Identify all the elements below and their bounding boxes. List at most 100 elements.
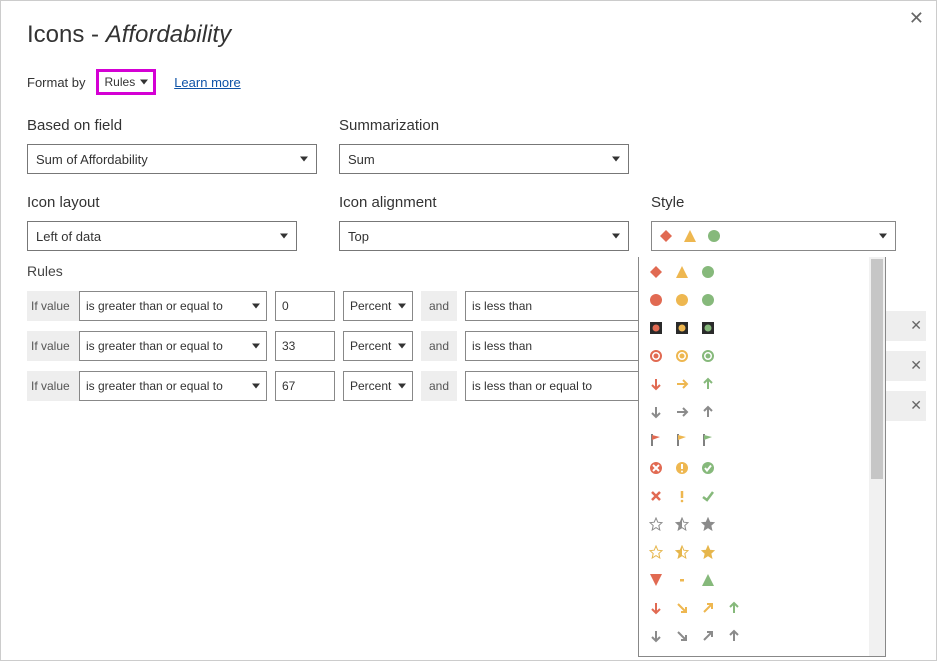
icon-layout-select[interactable]: Left of data	[27, 221, 297, 251]
style-options-popup	[638, 257, 886, 657]
style-option[interactable]	[645, 401, 879, 423]
style-option[interactable]	[645, 317, 879, 339]
style-icon	[675, 489, 689, 503]
style-option[interactable]	[645, 457, 879, 479]
operator-2-select[interactable]: is less than	[465, 331, 653, 361]
style-option[interactable]	[645, 485, 879, 507]
style-icon	[675, 517, 689, 531]
style-icon	[701, 601, 715, 615]
style-icon	[675, 321, 689, 335]
close-icon[interactable]: ✕	[910, 397, 922, 414]
if-value-label: If value	[27, 331, 79, 361]
style-icon	[649, 573, 663, 587]
value-1-input[interactable]: 0	[275, 291, 335, 321]
style-option[interactable]	[645, 541, 879, 563]
style-icon	[701, 461, 715, 475]
value-1-input[interactable]: 67	[275, 371, 335, 401]
unit-1-select[interactable]: Percent	[343, 331, 413, 361]
style-option[interactable]	[645, 289, 879, 311]
close-icon[interactable]: ✕	[910, 317, 922, 334]
triangle-icon	[684, 230, 696, 242]
style-icon	[675, 629, 689, 643]
operator-1-value: is greater than or equal to	[86, 339, 223, 353]
unit-1-select[interactable]: Percent	[343, 291, 413, 321]
style-icon	[649, 405, 663, 419]
style-icon	[675, 349, 689, 363]
format-by-label: Format by	[27, 75, 86, 90]
style-icon	[675, 601, 689, 615]
based-on-field-select[interactable]: Sum of Affordability	[27, 144, 317, 174]
style-icon	[675, 545, 689, 559]
value-1: 0	[282, 299, 289, 313]
style-icon	[649, 433, 663, 447]
close-icon[interactable]: ✕	[910, 357, 922, 374]
and-label: and	[421, 371, 457, 401]
style-option[interactable]	[645, 261, 879, 283]
style-option[interactable]	[645, 513, 879, 535]
style-option[interactable]	[645, 653, 879, 657]
title-field: Affordability	[106, 21, 231, 48]
operator-1-select[interactable]: is greater than or equal to	[79, 291, 267, 321]
operator-2-select[interactable]: is less than	[465, 291, 653, 321]
style-icon	[649, 265, 663, 279]
unit-1-value: Percent	[350, 339, 391, 353]
format-by-select[interactable]: Rules	[96, 69, 157, 95]
and-label: and	[421, 291, 457, 321]
style-option[interactable]	[645, 569, 879, 591]
style-icon	[701, 433, 715, 447]
based-on-field-label: Based on field	[27, 117, 327, 134]
operator-1-select[interactable]: is greater than or equal to	[79, 371, 267, 401]
style-option[interactable]	[645, 345, 879, 367]
icon-alignment-value: Top	[348, 229, 369, 244]
based-on-field-value: Sum of Affordability	[36, 152, 148, 167]
style-option[interactable]	[645, 373, 879, 395]
style-icon	[649, 545, 663, 559]
operator-2-value: is less than or equal to	[472, 379, 592, 393]
style-icon	[701, 265, 715, 279]
summarization-select[interactable]: Sum	[339, 144, 629, 174]
style-option[interactable]	[645, 429, 879, 451]
unit-1-select[interactable]: Percent	[343, 371, 413, 401]
value-1: 67	[282, 379, 295, 393]
scrollbar-thumb[interactable]	[871, 259, 883, 479]
scrollbar[interactable]	[869, 257, 885, 656]
style-icon	[675, 573, 689, 587]
style-icon	[649, 349, 663, 363]
circle-icon	[708, 230, 720, 242]
style-select[interactable]	[651, 221, 896, 251]
value-1-input[interactable]: 33	[275, 331, 335, 361]
and-label: and	[421, 331, 457, 361]
style-icon	[649, 517, 663, 531]
style-icon	[675, 405, 689, 419]
diamond-icon	[660, 230, 672, 242]
operator-2-select[interactable]: is less than or equal to	[465, 371, 653, 401]
style-icon	[701, 405, 715, 419]
style-icon	[649, 321, 663, 335]
style-option[interactable]	[645, 625, 879, 647]
close-icon[interactable]: ✕	[909, 9, 924, 27]
learn-more-link[interactable]: Learn more	[174, 75, 240, 90]
style-icon	[701, 321, 715, 335]
value-1: 33	[282, 339, 295, 353]
style-option[interactable]	[645, 597, 879, 619]
operator-1-value: is greater than or equal to	[86, 379, 223, 393]
operator-1-select[interactable]: is greater than or equal to	[79, 331, 267, 361]
format-by-value: Rules	[105, 75, 136, 89]
operator-2-value: is less than	[472, 299, 532, 313]
style-icon	[649, 461, 663, 475]
style-icon	[701, 489, 715, 503]
style-icon	[701, 377, 715, 391]
rules-list: If valueis greater than or equal to0Perc…	[27, 291, 729, 411]
if-value-label: If value	[27, 291, 79, 321]
icon-alignment-label: Icon alignment	[339, 194, 639, 211]
icon-layout-label: Icon layout	[27, 194, 327, 211]
style-icon	[675, 433, 689, 447]
if-value-label: If value	[27, 371, 79, 401]
rule-row: If value is greater than or equal to 67 Per…	[27, 371, 729, 401]
style-label: Style	[651, 194, 937, 211]
style-icon	[675, 377, 689, 391]
style-icon	[701, 349, 715, 363]
style-icon	[701, 545, 715, 559]
icon-alignment-select[interactable]: Top	[339, 221, 629, 251]
unit-1-value: Percent	[350, 299, 391, 313]
